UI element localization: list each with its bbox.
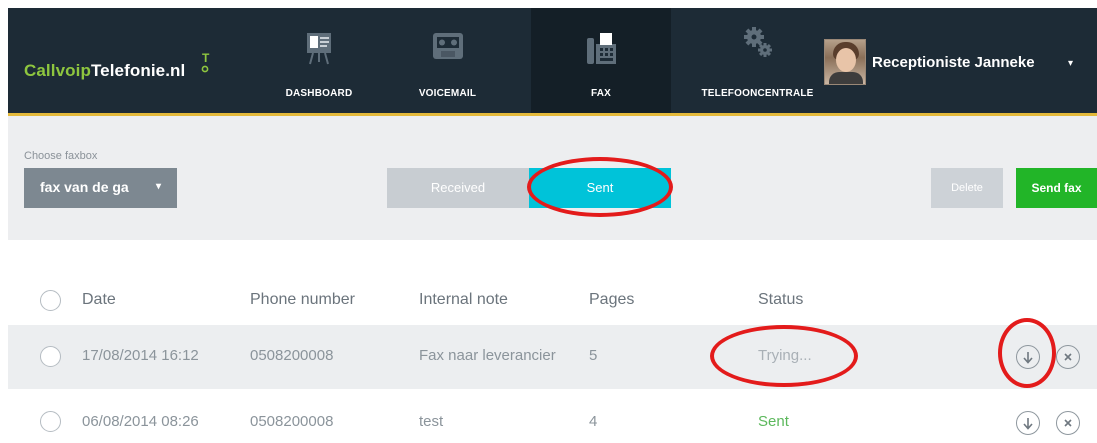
column-header-note[interactable]: Internal note <box>419 291 508 309</box>
avatar <box>824 39 866 85</box>
close-icon[interactable] <box>1056 345 1080 369</box>
nav-dashboard[interactable]: DASHBOARD <box>266 8 372 113</box>
tab-sent[interactable]: Sent <box>529 168 671 208</box>
chevron-down-icon: ▾ <box>155 181 161 192</box>
row-note: Fax naar leverancier <box>419 347 556 364</box>
row-select-radio[interactable] <box>40 346 61 367</box>
nav-voicemail[interactable]: VOICEMAIL <box>390 8 505 113</box>
chevron-down-icon: ▾ <box>1068 58 1074 69</box>
presentation-board-icon <box>301 30 337 71</box>
row-pages: 5 <box>589 347 598 364</box>
tab-received[interactable]: Received <box>387 168 529 208</box>
nav-label-telefooncentrale: TELEFOONCENTRALE <box>701 88 814 99</box>
avatar-face <box>836 48 856 72</box>
gears-icon <box>741 26 775 65</box>
nav-label-fax: FAX <box>590 88 612 99</box>
brand-part-2: Telefonie.nl <box>90 61 186 80</box>
close-icon[interactable] <box>1056 411 1080 435</box>
select-all-radio[interactable] <box>40 290 61 311</box>
row-phone: 0508200008 <box>250 347 334 364</box>
nav-label-voicemail: VOICEMAIL <box>418 88 477 99</box>
faxbox-label: Choose faxbox <box>24 150 98 162</box>
user-name: Receptioniste Janneke <box>872 54 1035 71</box>
download-icon[interactable] <box>1016 345 1040 369</box>
delete-button[interactable]: Delete <box>931 168 1003 208</box>
user-menu[interactable]: Receptioniste Janneke ▾ <box>822 8 1097 113</box>
column-header-date[interactable]: Date <box>82 291 116 309</box>
row-status: Sent <box>758 413 789 430</box>
fax-machine-icon <box>583 30 619 73</box>
brand-mark-ring-icon <box>201 65 209 73</box>
faxbox-value: fax van de ga <box>40 179 129 195</box>
row-date: 17/08/2014 16:12 <box>82 347 199 364</box>
row-pages: 4 <box>589 413 598 430</box>
row-select-radio[interactable] <box>40 411 61 432</box>
faxbox-select[interactable]: fax van de ga ▾ <box>24 168 177 208</box>
row-date: 06/08/2014 08:26 <box>82 413 199 430</box>
column-header-status[interactable]: Status <box>758 291 803 309</box>
brand-mark: T <box>201 51 210 79</box>
send-fax-button[interactable]: Send fax <box>1016 168 1097 208</box>
column-header-phone[interactable]: Phone number <box>250 291 355 309</box>
row-status: Trying... <box>758 347 812 364</box>
brand-logo[interactable]: CallvoipTelefonie.nl T <box>24 51 209 81</box>
row-note: test <box>419 413 444 430</box>
avatar-shirt <box>829 72 863 84</box>
column-header-pages[interactable]: Pages <box>589 291 634 309</box>
cassette-tape-icon <box>430 30 466 69</box>
brand-mark-letter: T <box>202 51 210 65</box>
nav-telefooncentrale[interactable]: TELEFOONCENTRALE <box>695 8 820 113</box>
brand-part-1: Callvoip <box>24 61 91 80</box>
row-phone: 0508200008 <box>250 413 334 430</box>
nav-fax[interactable]: FAX <box>531 8 671 113</box>
nav-label-dashboard: DASHBOARD <box>285 88 353 99</box>
download-icon[interactable] <box>1016 411 1040 435</box>
